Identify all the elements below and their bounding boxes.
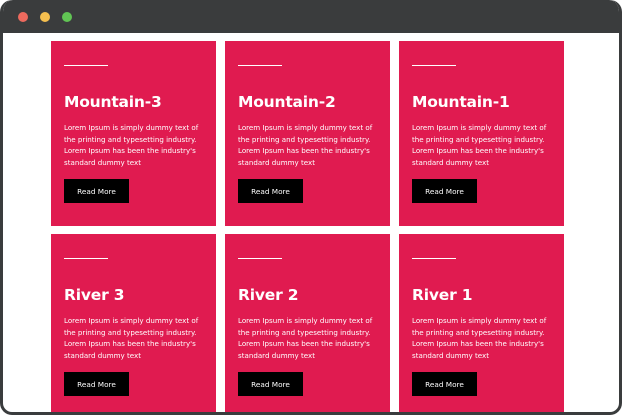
close-window-icon[interactable] [18,12,28,22]
card-divider [64,258,108,259]
card-divider [412,65,456,66]
card-title: River 2 [238,286,299,304]
read-more-button[interactable]: Read More [64,372,129,396]
card-title: Mountain-2 [238,93,336,111]
minimize-window-icon[interactable] [40,12,50,22]
card-river-1: River 1 Lorem Ipsum is simply dummy text… [399,234,564,412]
read-more-button[interactable]: Read More [64,179,129,203]
card-description: Lorem Ipsum is simply dummy text of the … [64,123,199,167]
card-title: River 3 [64,286,125,304]
browser-window: Mountain-3 Lorem Ipsum is simply dummy t… [0,0,622,415]
card-description: Lorem Ipsum is simply dummy text of the … [238,316,373,360]
card-river-3: River 3 Lorem Ipsum is simply dummy text… [51,234,216,412]
card-description: Lorem Ipsum is simply dummy text of the … [238,123,373,167]
card-divider [412,258,456,259]
read-more-button[interactable]: Read More [238,372,303,396]
card-divider [238,65,282,66]
card-river-2: River 2 Lorem Ipsum is simply dummy text… [225,234,390,412]
card-description: Lorem Ipsum is simply dummy text of the … [64,316,199,360]
card-description: Lorem Ipsum is simply dummy text of the … [412,123,547,167]
card-mountain-3: Mountain-3 Lorem Ipsum is simply dummy t… [51,41,216,226]
card-title: Mountain-1 [412,93,510,111]
read-more-button[interactable]: Read More [412,372,477,396]
card-description: Lorem Ipsum is simply dummy text of the … [412,316,547,360]
card-divider [64,65,108,66]
card-mountain-2: Mountain-2 Lorem Ipsum is simply dummy t… [225,41,390,226]
card-title: Mountain-3 [64,93,162,111]
card-divider [238,258,282,259]
read-more-button[interactable]: Read More [238,179,303,203]
window-titlebar [3,0,619,33]
maximize-window-icon[interactable] [62,12,72,22]
card-title: River 1 [412,286,473,304]
read-more-button[interactable]: Read More [412,179,477,203]
card-mountain-1: Mountain-1 Lorem Ipsum is simply dummy t… [399,41,564,226]
